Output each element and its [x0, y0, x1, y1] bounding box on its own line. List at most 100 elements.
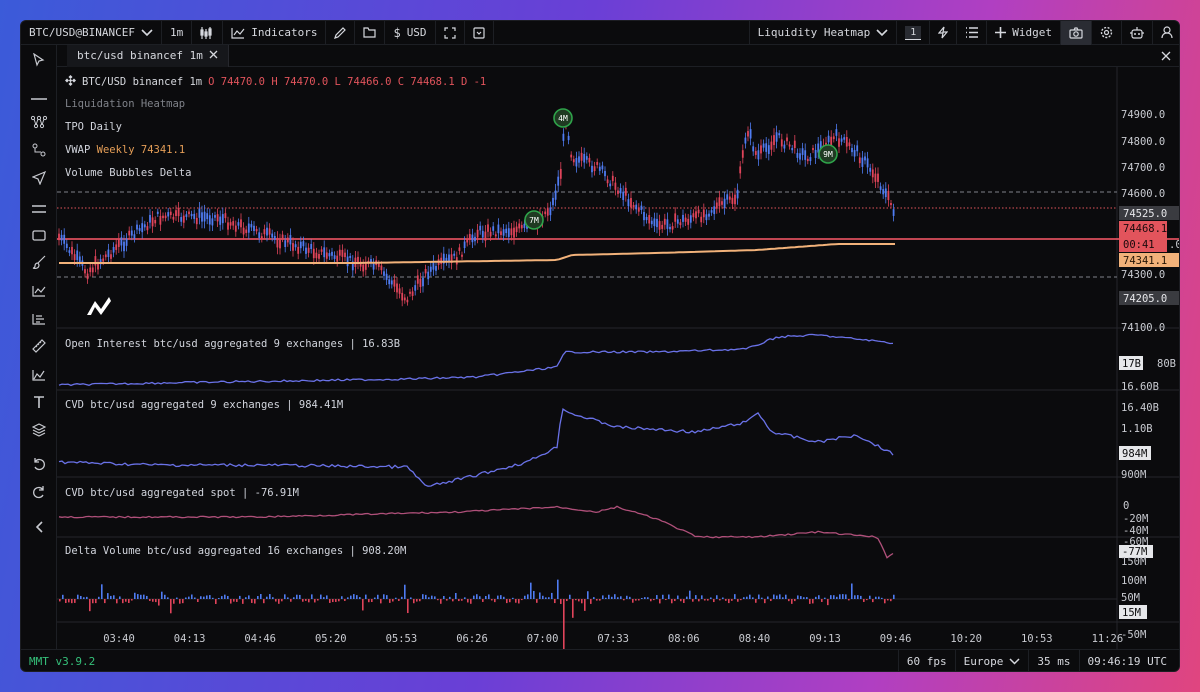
candle-body — [669, 226, 671, 230]
candle-body — [892, 209, 895, 216]
delta-bar — [293, 597, 295, 599]
candle-body — [331, 251, 333, 256]
account-button[interactable] — [1152, 21, 1179, 45]
delta-bar — [71, 599, 73, 604]
redo-button[interactable] — [27, 481, 51, 505]
oi-pane-title[interactable]: Open Interest btc/usd aggregated 9 excha… — [65, 338, 400, 350]
heatmap-legend[interactable]: Liquidation Heatmap — [65, 98, 185, 110]
tpo-legend[interactable]: TPO Daily — [65, 121, 122, 133]
open-button[interactable] — [355, 21, 386, 45]
cvd-tick: 900M — [1121, 469, 1146, 481]
brush-tool[interactable] — [27, 251, 51, 275]
text-tool[interactable] — [27, 391, 51, 415]
cursor-tool[interactable] — [27, 49, 51, 73]
candle-body — [323, 247, 326, 258]
pattern-tool[interactable] — [27, 111, 51, 135]
delta-bar — [200, 596, 202, 599]
indicators-button[interactable]: Indicators — [223, 21, 327, 45]
delta-bar — [377, 594, 379, 599]
app-logo — [87, 297, 111, 315]
list-icon — [965, 27, 979, 38]
delta-bar — [179, 599, 181, 604]
candle-body — [489, 231, 492, 237]
add-widget-button[interactable]: Widget — [986, 21, 1060, 45]
time-tick: 08:40 — [739, 633, 771, 645]
alerts-button[interactable] — [929, 21, 956, 45]
screenshot-button[interactable] — [1060, 21, 1091, 45]
list-button[interactable] — [956, 21, 986, 45]
layout-count-button[interactable]: 1 — [896, 21, 929, 45]
candle-body — [250, 224, 253, 228]
chart-canvas[interactable]: 4M 7M 9M 74900.0 74800.0 74700.0 74600.0 7… — [57, 67, 1180, 654]
candle-body — [136, 224, 138, 230]
undo-icon — [32, 456, 46, 475]
candle-body — [167, 212, 170, 217]
save-button[interactable] — [465, 21, 494, 45]
ray-tool[interactable] — [27, 167, 51, 191]
chart-tab[interactable]: btc/usd binancef 1m — [67, 44, 229, 67]
line-chart-tool[interactable] — [27, 279, 51, 303]
area-tool[interactable] — [27, 363, 51, 387]
delta-bar — [809, 599, 811, 604]
delta-bar — [731, 599, 733, 601]
collapse-toolbar-button[interactable] — [27, 515, 51, 539]
layers-tool[interactable] — [27, 419, 51, 443]
delta-bar — [647, 597, 649, 599]
close-icon[interactable] — [209, 49, 218, 62]
time-tick: 07:00 — [527, 633, 559, 645]
candle-body — [154, 219, 157, 224]
dollar-icon: $ — [393, 25, 401, 40]
horizontal-line-tool[interactable] — [27, 83, 51, 107]
settings-button[interactable] — [1091, 21, 1121, 45]
delta-bar — [278, 599, 280, 604]
chart-area[interactable]: 4M 7M 9M 74900.0 74800.0 74700.0 74600.0 7… — [57, 67, 1180, 654]
bot-button[interactable] — [1121, 21, 1152, 45]
candle-body — [84, 269, 86, 274]
vwap-legend[interactable]: VWAP Weekly 74341.1 — [65, 144, 185, 156]
bubbles-legend[interactable]: Volume Bubbles Delta — [65, 167, 191, 179]
delta-bar — [218, 597, 220, 599]
fullscreen-button[interactable] — [436, 21, 465, 45]
candle-body — [312, 248, 315, 259]
symbol-selector[interactable]: BTC/USD@BINANCEF — [21, 21, 162, 45]
delta-bar — [392, 599, 394, 602]
delta-bar — [461, 599, 463, 601]
chart-type-button[interactable] — [192, 21, 224, 45]
delta-bar — [548, 597, 550, 599]
region-selector[interactable]: Europe — [954, 649, 1029, 671]
undo-button[interactable] — [27, 453, 51, 477]
layout-selector[interactable]: Liquidity Heatmap — [748, 21, 897, 45]
candle-body — [585, 156, 588, 160]
delta-tick: 50M — [1121, 592, 1140, 604]
delta-tick: 150M — [1121, 556, 1146, 568]
currency-button[interactable]: $ USD — [385, 21, 436, 45]
chevron-down-icon — [1009, 655, 1020, 668]
rectangle-tool[interactable] — [27, 223, 51, 247]
candle-body — [341, 249, 344, 257]
delta-bar — [479, 596, 481, 599]
timeframe-button[interactable]: 1m — [162, 21, 193, 45]
delta-bar — [728, 599, 730, 604]
delta-bar — [515, 599, 517, 603]
draw-button[interactable] — [326, 21, 356, 45]
delta-bar — [350, 595, 352, 599]
candle-body — [622, 191, 625, 201]
robot-icon — [1130, 26, 1144, 39]
delta-bar — [155, 599, 157, 603]
delta-pane-title[interactable]: Delta Volume btc/usd aggregated 16 excha… — [65, 545, 406, 557]
cvd-pane-title[interactable]: CVD btc/usd aggregated 9 exchanges | 984… — [65, 399, 343, 411]
ruler-tool[interactable] — [27, 335, 51, 359]
candle-body — [292, 243, 294, 251]
delta-bar — [887, 599, 889, 601]
cvd-spot-pane-title[interactable]: CVD btc/usd aggregated spot | -76.91M — [65, 487, 299, 499]
delta-bar — [77, 594, 79, 599]
time-axis[interactable]: 03:40 04:13 04:46 05:20 05:53 06:26 07:00 07:33… — [103, 633, 1123, 645]
candle-body — [344, 252, 346, 258]
candle-body — [832, 136, 835, 140]
delta-bar — [839, 594, 841, 599]
close-panel-icon[interactable] — [1161, 46, 1171, 65]
bars-tool[interactable] — [27, 307, 51, 331]
parallel-lines-tool[interactable] — [27, 195, 51, 219]
delta-bar — [224, 594, 226, 599]
trendline-tool[interactable] — [27, 139, 51, 163]
